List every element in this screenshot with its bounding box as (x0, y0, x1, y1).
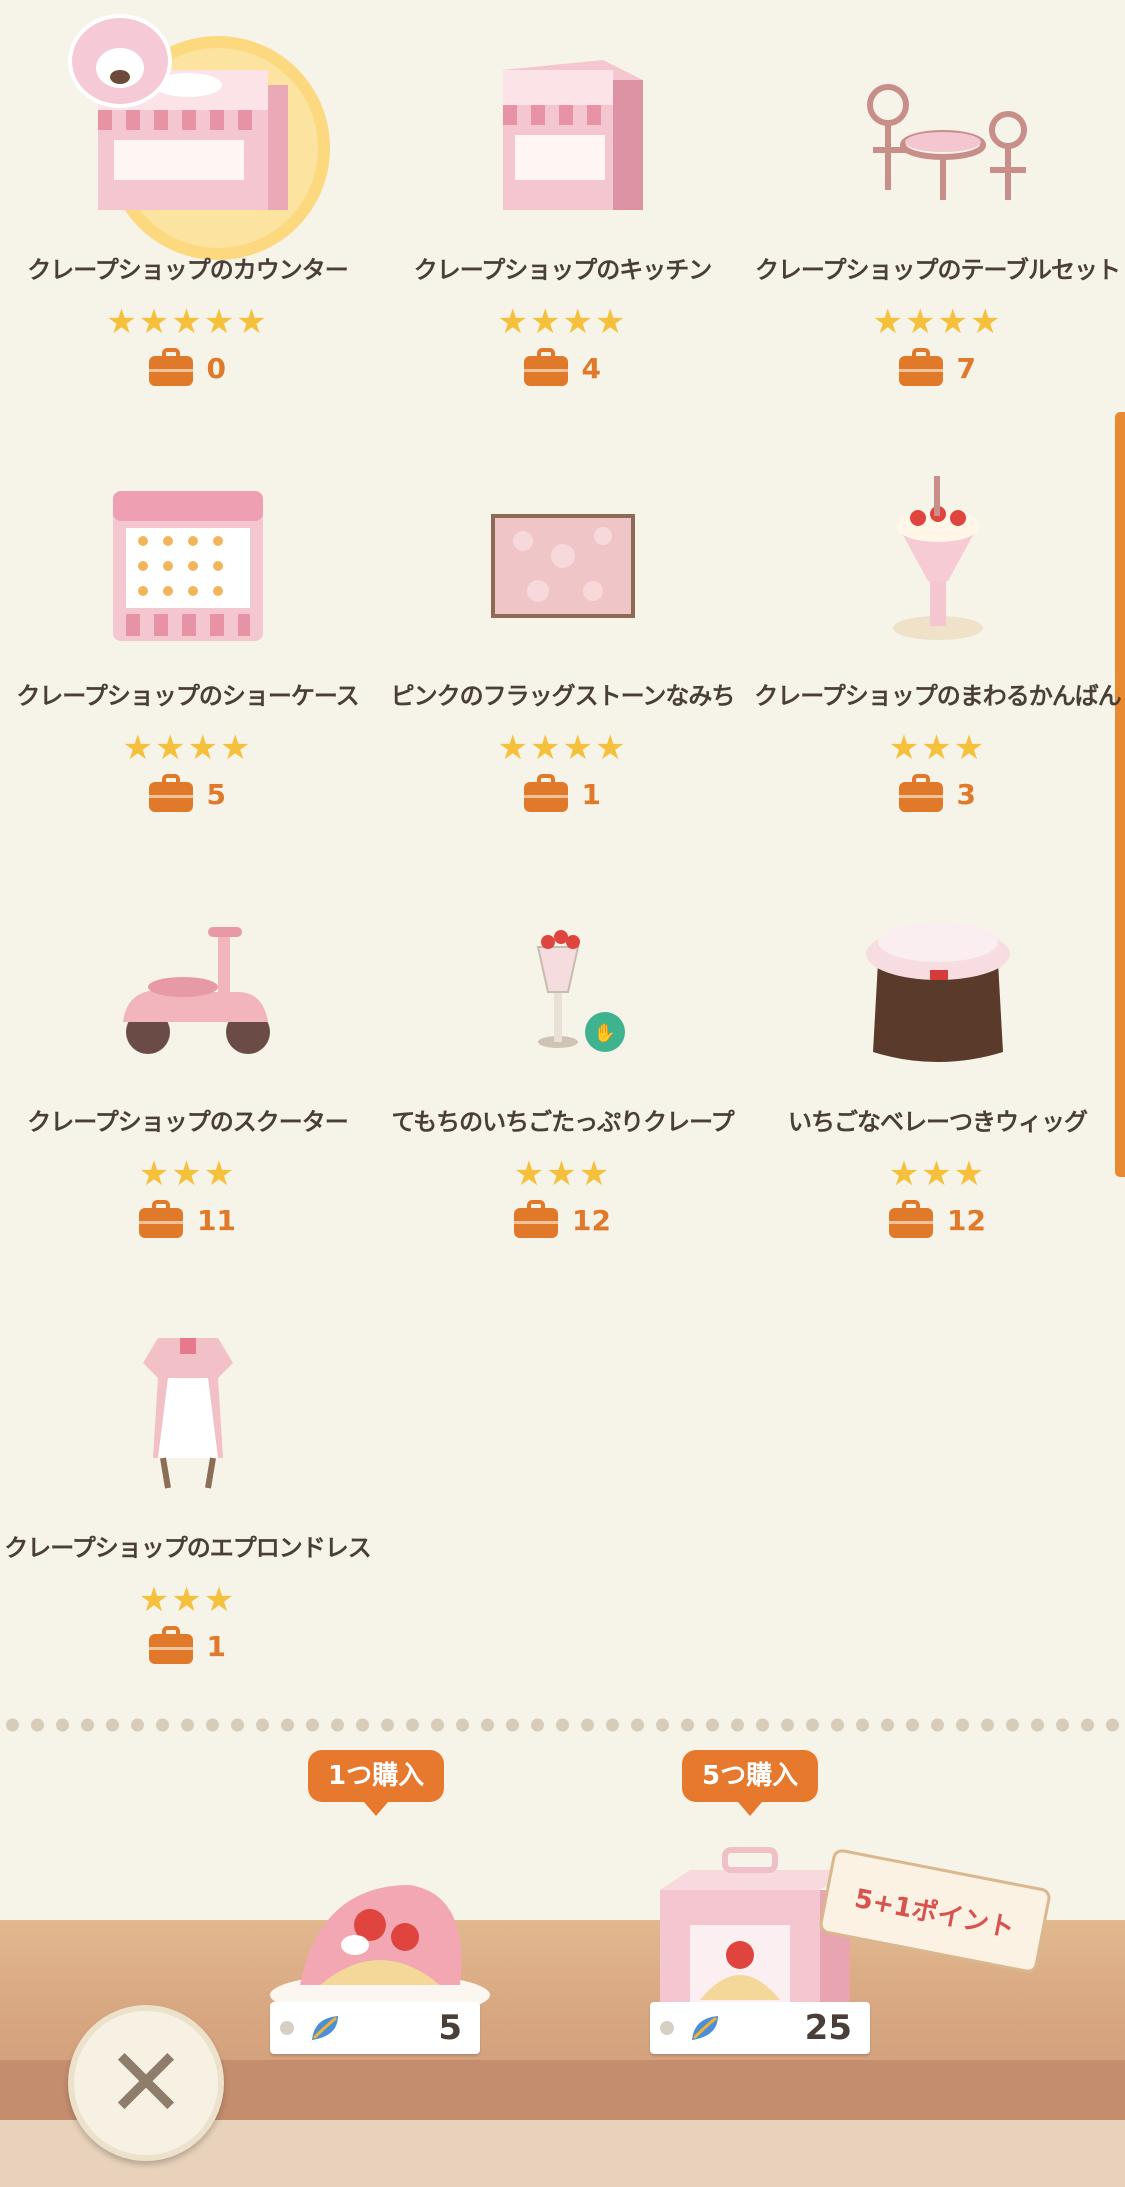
bag-icon (148, 348, 193, 386)
bag-icon (898, 348, 943, 386)
dotted-divider (0, 1718, 1125, 1732)
item-name: クレープショップのエプロンドレス (4, 1534, 372, 1562)
table-set-icon (866, 84, 1027, 200)
item-name: クレープショップのキッチン (413, 256, 713, 284)
buy-five-price: 25 (650, 2002, 870, 2054)
price-value: 5 (438, 2008, 462, 2048)
item-name: ピンクのフラッグストーンなみち (390, 682, 736, 710)
list-item[interactable]: ピンクのフラッグストーンなみち ★★★★ 1 (375, 426, 750, 846)
count-value: 0 (206, 351, 226, 385)
buy-one-offer[interactable]: 1つ購入 5 (240, 1750, 510, 2054)
rarity-stars: ★★★★ (872, 302, 1003, 342)
list-item[interactable]: クレープショップのテーブルセット ★★★★ 7 (750, 0, 1125, 420)
bag-icon (523, 774, 568, 812)
owned-count: 1 (375, 774, 750, 812)
count-value: 3 (956, 777, 976, 811)
item-name: クレープショップのショーケース (16, 682, 359, 710)
item-name: クレープショップのカウンター (27, 256, 349, 284)
rarity-stars: ★★★ (513, 1154, 612, 1194)
rarity-stars: ★★★★ (122, 728, 253, 768)
bag-icon (889, 1200, 934, 1238)
sign-icon (892, 476, 983, 640)
item-name: てもちのいちごたっぷりクレープ (391, 1108, 734, 1136)
rarity-stars: ★★★ (888, 728, 987, 768)
leaf-ticket-icon (312, 2016, 338, 2040)
buy-one-price: 5 (270, 2002, 480, 2054)
count-value: 1 (581, 777, 601, 811)
bag-icon (523, 348, 568, 386)
tag-hole (280, 2021, 294, 2035)
owned-count: 11 (0, 1200, 375, 1238)
crepe-parfait-icon: ✋ (536, 930, 625, 1052)
bag-icon (139, 1200, 184, 1238)
owned-count: 4 (375, 348, 750, 386)
tag-hole (660, 2021, 674, 2035)
crepe-icon (270, 1885, 490, 2017)
owned-count: 0 (0, 348, 375, 386)
rarity-stars: ★★★ (138, 1580, 237, 1620)
item-name: クレープショップのテーブルセット (754, 256, 1121, 284)
close-button[interactable]: ✕ (68, 2005, 224, 2161)
buy-five-label: 5つ購入 (682, 1750, 819, 1816)
buy-one-label: 1つ購入 (308, 1750, 445, 1816)
count-value: 12 (572, 1203, 611, 1237)
rarity-stars: ★★★★★ (106, 302, 269, 342)
scooter-icon (122, 927, 270, 1054)
rarity-stars: ★★★★ (497, 302, 628, 342)
bag-icon (898, 774, 943, 812)
owned-count: 5 (0, 774, 375, 812)
showcase-icon (112, 491, 263, 641)
list-item[interactable]: ✋ てもちのいちごたっぷりクレープ ★★★ 12 (375, 852, 750, 1272)
rarity-stars: ★★★ (888, 1154, 987, 1194)
count-value: 1 (206, 1629, 226, 1663)
leaf-ticket-icon (692, 2016, 718, 2040)
avatar (68, 14, 172, 108)
list-item[interactable]: クレープショップのショーケース ★★★★ 5 (0, 426, 375, 846)
list-item[interactable]: クレープショップのまわるかんばん ★★★ 3 (750, 426, 1125, 846)
list-item[interactable]: クレープショップのスクーター ★★★ 11 (0, 852, 375, 1272)
list-item[interactable]: クレープショップのエプロンドレス ★★★ 1 (0, 1278, 375, 1698)
flagstone-icon (490, 514, 635, 618)
bag-icon (514, 1200, 559, 1238)
bag-icon (148, 1626, 193, 1664)
count-value: 11 (197, 1203, 236, 1237)
kitchen-icon (502, 60, 643, 210)
owned-count: 1 (0, 1626, 375, 1664)
price-value: 25 (804, 2008, 852, 2048)
owned-count: 12 (375, 1200, 750, 1238)
rarity-stars: ★★★★ (497, 728, 628, 768)
list-item[interactable]: クレープショップのキッチン ★★★★ 4 (375, 0, 750, 420)
count-value: 12 (947, 1203, 986, 1237)
svg-text:✋: ✋ (593, 1022, 615, 1044)
count-value: 4 (581, 351, 601, 385)
count-value: 7 (956, 351, 976, 385)
item-name: クレープショップのまわるかんばん (754, 682, 1122, 710)
item-name: クレープショップのスクーター (27, 1108, 349, 1136)
close-icon: ✕ (105, 2027, 187, 2139)
owned-count: 12 (750, 1200, 1125, 1238)
list-item[interactable]: いちごなベレーつきウィッグ ★★★ 12 (750, 852, 1125, 1272)
owned-count: 7 (750, 348, 1125, 386)
apron-dress-icon (142, 1338, 233, 1489)
bag-icon (148, 774, 193, 812)
item-name: いちごなベレーつきウィッグ (788, 1108, 1088, 1136)
list-item[interactable]: クレープショップのカウンター ★★★★★ 0 (0, 0, 375, 420)
wig-icon (865, 922, 1010, 1062)
rarity-stars: ★★★ (138, 1154, 237, 1194)
owned-count: 3 (750, 774, 1125, 812)
count-value: 5 (206, 777, 226, 811)
